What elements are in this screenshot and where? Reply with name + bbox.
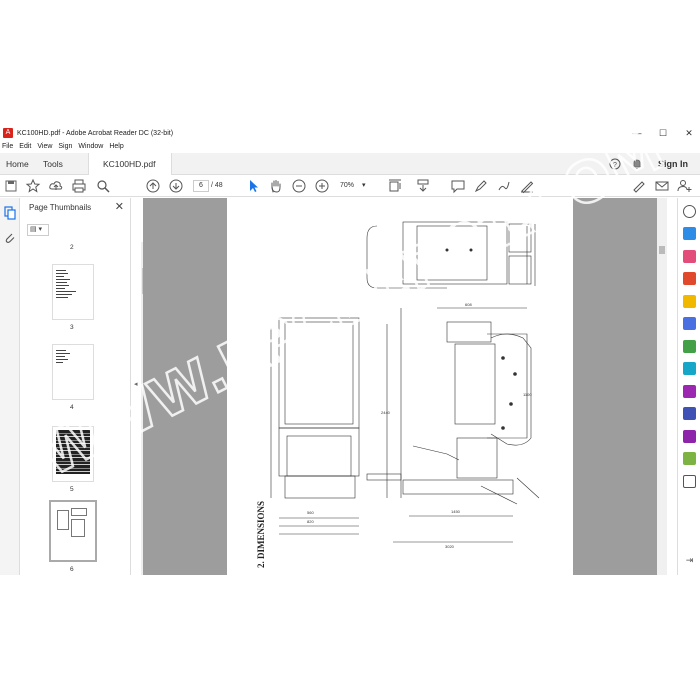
tools-pane: ⇥: [677, 198, 700, 575]
acrobat-window: A KC100HD.pdf - Adobe Acrobat Reader DC …: [0, 125, 700, 575]
notification-bell-icon[interactable]: [631, 158, 643, 170]
expand-pane-arrow-icon[interactable]: ⇥: [683, 554, 696, 567]
search-icon[interactable]: [95, 178, 111, 194]
thumbnail-list: 2 3 4 5 6: [21, 242, 131, 575]
menu-window[interactable]: Window: [78, 143, 103, 150]
edit-pdf-icon[interactable]: [683, 272, 696, 285]
svg-text:?: ?: [613, 162, 617, 169]
thumbnail-page-number: 3: [70, 324, 74, 331]
thumbnail-page-number: 6: [70, 566, 74, 573]
thumbnail-page-4[interactable]: [52, 344, 94, 400]
tab-document[interactable]: KC100HD.pdf: [88, 153, 172, 176]
window-title: KC100HD.pdf - Adobe Acrobat Reader DC (3…: [17, 129, 174, 137]
email-icon[interactable]: [654, 178, 670, 194]
page-total: / 48: [211, 180, 223, 192]
navigation-rail: [0, 198, 20, 575]
main-toolbar: 6 / 48 70% ▾: [0, 175, 700, 197]
maximize-button[interactable]: ☐: [650, 125, 676, 141]
thumbnail-page-number: 5: [70, 486, 74, 493]
dim-label: 560: [307, 510, 314, 515]
dim-label: 3020: [445, 544, 455, 549]
sign-pen-icon[interactable]: [631, 178, 647, 194]
fill-sign-icon[interactable]: [519, 178, 535, 194]
help-icon[interactable]: ?: [609, 158, 621, 170]
thumbnail-page-6-selected[interactable]: [49, 500, 97, 562]
highlight-pen-icon[interactable]: [473, 178, 489, 194]
page-fit-icon[interactable]: [387, 178, 403, 194]
page-separator: /: [211, 182, 213, 189]
thumbnail-page-5[interactable]: [52, 426, 94, 482]
close-window-button[interactable]: ✕: [676, 125, 700, 141]
previous-page-icon[interactable]: [145, 178, 161, 194]
pdf-page: 2. DIMENSIONS 560 820 1450 3020 2440 110…: [227, 198, 573, 575]
thumbnail-page-number: 4: [70, 404, 74, 411]
menu-edit[interactable]: Edit: [19, 143, 31, 150]
zoom-in-icon[interactable]: [314, 178, 330, 194]
document-viewport[interactable]: 2. DIMENSIONS 560 820 1450 3020 2440 110…: [143, 198, 657, 575]
minimize-button[interactable]: —: [624, 125, 650, 141]
comment-icon[interactable]: [450, 178, 466, 194]
drawing-heading: 2. DIMENSIONS: [256, 501, 266, 568]
zoom-level-select[interactable]: 70% ▾: [340, 180, 376, 192]
dim-label: 2440: [381, 410, 391, 415]
page-number-input[interactable]: 6: [193, 180, 209, 192]
thumbnail-options-menu[interactable]: ▤ ▾: [27, 224, 49, 236]
dimensions-drawing: 2. DIMENSIONS 560 820 1450 3020 2440 110…: [256, 221, 540, 568]
collapse-panel-arrow-icon[interactable]: ◂: [134, 380, 138, 388]
menu-bar: File Edit View Sign Window Help: [0, 141, 700, 152]
attachment-paperclip-icon[interactable]: [3, 231, 17, 245]
share-user-icon[interactable]: [677, 178, 693, 194]
chevron-down-icon: ▾: [361, 182, 366, 189]
tab-bar: Home Tools KC100HD.pdf ? Sign In: [0, 153, 700, 176]
dim-label: 1450: [451, 509, 461, 514]
search-tool-icon[interactable]: [683, 205, 696, 218]
tab-document-label: KC100HD.pdf: [103, 159, 156, 169]
dim-label: 608: [465, 302, 472, 307]
create-pdf-icon[interactable]: [683, 250, 696, 263]
document-scrollbar[interactable]: [657, 198, 667, 575]
bookmark-star-icon[interactable]: [25, 178, 41, 194]
export-pdf-icon[interactable]: [683, 227, 696, 240]
upload-cloud-icon[interactable]: [48, 178, 64, 194]
fill-sign-tool-icon[interactable]: [683, 385, 696, 398]
organize-pages-icon[interactable]: [683, 340, 696, 353]
acrobat-logo-icon: A: [3, 128, 13, 138]
comment-tool-icon[interactable]: [683, 295, 696, 308]
thumbnail-page-3[interactable]: [52, 264, 94, 320]
draw-icon[interactable]: [496, 178, 512, 194]
scroll-mode-icon[interactable]: [415, 178, 431, 194]
menu-file[interactable]: File: [2, 143, 13, 150]
next-page-icon[interactable]: [168, 178, 184, 194]
dim-label: 820: [307, 519, 314, 524]
zoom-out-icon[interactable]: [291, 178, 307, 194]
protect-shield-icon[interactable]: [683, 407, 696, 420]
page-total-count: 48: [214, 182, 223, 189]
tab-tools[interactable]: Tools: [43, 153, 63, 175]
menu-help[interactable]: Help: [109, 143, 123, 150]
menu-view[interactable]: View: [37, 143, 52, 150]
zoom-level-value: 70%: [340, 182, 355, 189]
more-tools-icon[interactable]: [683, 475, 696, 488]
combine-files-icon[interactable]: [683, 317, 696, 330]
dim-label: 1100: [523, 392, 532, 397]
thumbnail-page-number: 2: [70, 244, 74, 251]
request-signature-icon[interactable]: [683, 430, 696, 443]
menu-sign[interactable]: Sign: [58, 143, 72, 150]
scan-ocr-icon[interactable]: [683, 362, 696, 375]
sign-in-button[interactable]: Sign In: [658, 153, 688, 175]
print-icon[interactable]: [71, 178, 87, 194]
prepare-form-icon[interactable]: [683, 452, 696, 465]
save-icon[interactable]: [3, 178, 19, 194]
panel-close-button[interactable]: ✕: [115, 200, 124, 213]
hand-tool-icon[interactable]: [268, 178, 284, 194]
panel-title: Page Thumbnails: [29, 203, 92, 212]
select-cursor-icon[interactable]: [245, 178, 261, 194]
page-thumbnails-icon[interactable]: [3, 206, 17, 220]
page-thumbnails-panel: Page Thumbnails ✕ ▤ ▾ 2 3 4 5 6: [21, 198, 148, 575]
tab-home[interactable]: Home: [6, 153, 29, 175]
title-bar: A KC100HD.pdf - Adobe Acrobat Reader DC …: [0, 125, 700, 141]
